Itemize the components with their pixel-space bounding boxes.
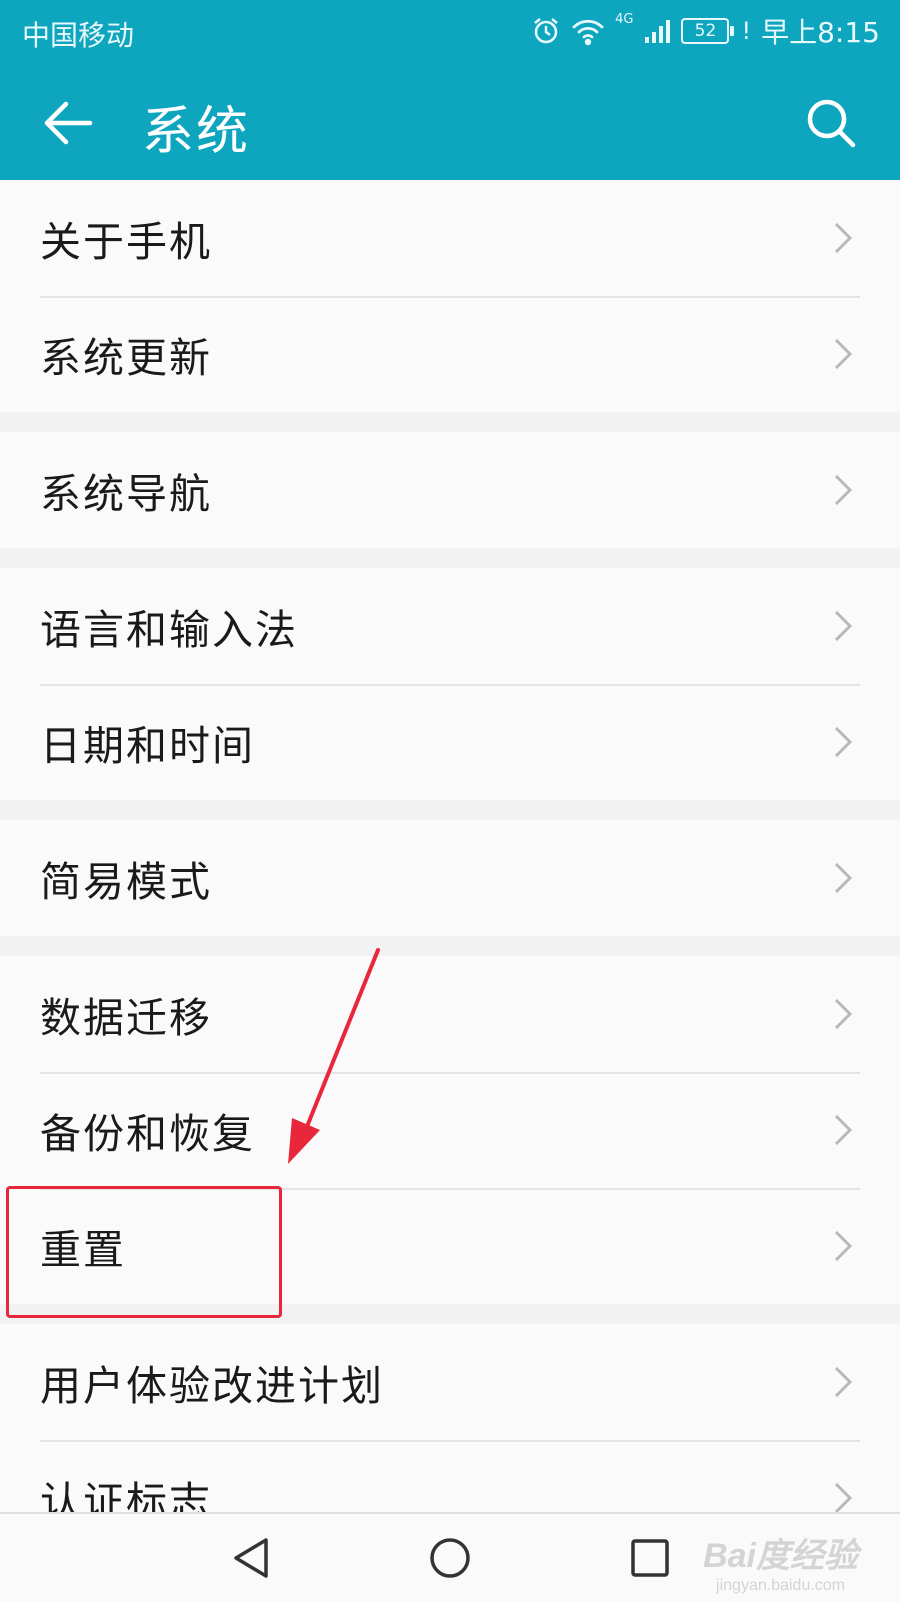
list-item-label: 关于手机 bbox=[40, 218, 212, 266]
signal-icon bbox=[643, 17, 671, 45]
chevron-right-icon bbox=[834, 610, 853, 642]
list-item-backup-restore[interactable]: 备份和恢复 bbox=[0, 1072, 900, 1188]
battery-alert: ! bbox=[741, 17, 752, 45]
alarm-icon bbox=[531, 16, 561, 46]
settings-group: 语言和输入法 日期和时间 bbox=[0, 568, 900, 800]
chevron-right-icon bbox=[834, 1366, 853, 1398]
back-arrow-icon bbox=[44, 101, 93, 145]
wifi-icon bbox=[571, 16, 605, 46]
chevron-right-icon bbox=[834, 1230, 853, 1262]
watermark: Bai度经验 jingyan.baidu.com bbox=[703, 1528, 858, 1595]
list-item-date-time[interactable]: 日期和时间 bbox=[0, 684, 900, 800]
chevron-right-icon bbox=[834, 998, 853, 1030]
back-button[interactable] bbox=[40, 98, 96, 148]
list-item-system-update[interactable]: 系统更新 bbox=[0, 296, 900, 412]
settings-list: 关于手机 系统更新 系统导航 语言和输入法 日期和时间 简易模式 数据迁移 备份… bbox=[0, 180, 900, 1576]
chevron-right-icon bbox=[834, 1114, 853, 1146]
watermark-logo: Bai度经验 bbox=[703, 1537, 858, 1575]
nav-home-icon[interactable] bbox=[424, 1532, 476, 1584]
app-bar: 系统 bbox=[0, 62, 900, 180]
nav-back-icon[interactable] bbox=[226, 1532, 278, 1584]
chevron-right-icon bbox=[834, 474, 853, 506]
list-item-data-migration[interactable]: 数据迁移 bbox=[0, 956, 900, 1072]
list-item-label: 日期和时间 bbox=[40, 722, 255, 770]
chevron-right-icon bbox=[834, 862, 853, 894]
network-type: 4G bbox=[615, 12, 634, 27]
settings-group: 简易模式 bbox=[0, 820, 900, 936]
status-bar: 中国移动 4G 52 ! 早上8:15 bbox=[0, 0, 900, 62]
chevron-right-icon bbox=[834, 726, 853, 758]
watermark-url: jingyan.baidu.com bbox=[716, 1577, 846, 1594]
settings-group: 数据迁移 备份和恢复 重置 bbox=[0, 956, 900, 1304]
list-item-label: 系统导航 bbox=[40, 470, 212, 518]
list-item-user-experience-program[interactable]: 用户体验改进计划 bbox=[0, 1324, 900, 1440]
list-item-label: 简易模式 bbox=[40, 858, 212, 906]
chevron-right-icon bbox=[834, 338, 853, 370]
list-item-label: 用户体验改进计划 bbox=[40, 1362, 384, 1410]
list-item-simple-mode[interactable]: 简易模式 bbox=[0, 820, 900, 936]
battery-icon: 52 bbox=[681, 18, 735, 44]
list-item-label: 数据迁移 bbox=[40, 994, 212, 1042]
search-button[interactable] bbox=[804, 96, 858, 150]
list-item-label: 系统更新 bbox=[40, 334, 212, 382]
settings-group: 关于手机 系统更新 bbox=[0, 180, 900, 412]
clock: 早上8:15 bbox=[761, 16, 880, 49]
list-item-reset[interactable]: 重置 bbox=[0, 1188, 900, 1304]
chevron-right-icon bbox=[834, 1482, 853, 1514]
list-item-label: 重置 bbox=[40, 1226, 126, 1274]
system-nav-bar: Bai度经验 jingyan.baidu.com bbox=[0, 1512, 900, 1602]
list-item-label: 语言和输入法 bbox=[40, 606, 298, 654]
list-item-system-navigation[interactable]: 系统导航 bbox=[0, 432, 900, 548]
search-icon bbox=[807, 99, 856, 148]
list-item-language-input[interactable]: 语言和输入法 bbox=[0, 568, 900, 684]
chevron-right-icon bbox=[834, 222, 853, 254]
settings-group: 系统导航 bbox=[0, 432, 900, 548]
list-item-about-phone[interactable]: 关于手机 bbox=[0, 180, 900, 296]
nav-recent-icon[interactable] bbox=[624, 1532, 676, 1584]
status-icons: 4G 52 ! 早上8:15 bbox=[531, 10, 880, 52]
carrier-name: 中国移动 bbox=[22, 19, 135, 52]
page-title: 系统 bbox=[142, 102, 251, 162]
list-item-label: 备份和恢复 bbox=[40, 1110, 255, 1158]
